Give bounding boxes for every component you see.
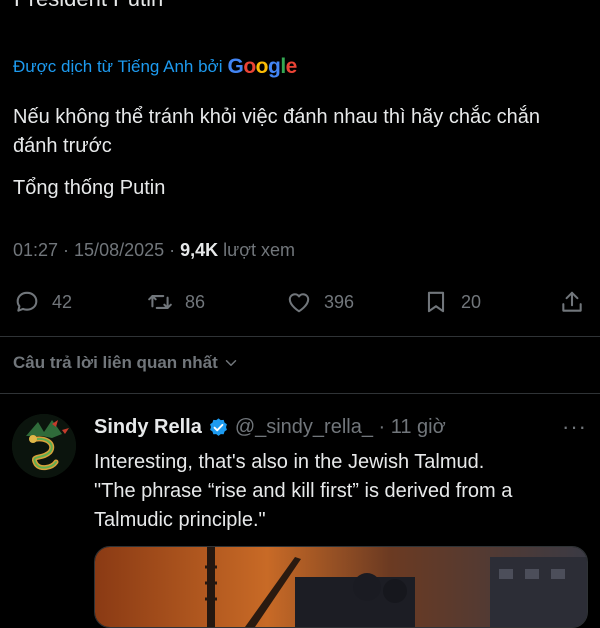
battle-scene-image xyxy=(95,547,587,627)
repost-button[interactable]: 86 xyxy=(147,280,205,324)
divider xyxy=(0,336,600,337)
reply-text-line: "The phrase “rise and kill first” is der… xyxy=(94,480,513,531)
verified-badge-icon xyxy=(209,418,227,436)
reply-author-name[interactable]: Sindy Rella xyxy=(94,416,202,439)
tweet-timestamp[interactable]: 01:27 · 15/08/2025 · xyxy=(13,240,180,260)
like-button[interactable]: 396 xyxy=(286,280,354,324)
reply-body: Interesting, that's also in the Jewish T… xyxy=(94,448,589,535)
like-icon xyxy=(288,293,310,313)
reply-header: Sindy Rella @_sindy_rella_ · 11 giờ xyxy=(94,416,446,439)
tweet-body: Nếu không thể tránh khỏi việc đánh nhau … xyxy=(13,103,583,216)
reply-icon xyxy=(16,291,38,312)
like-count: 396 xyxy=(324,291,355,312)
repost-icon xyxy=(148,295,172,309)
view-label: lượt xem xyxy=(218,240,296,260)
share-icon xyxy=(562,291,582,312)
google-logo: Google xyxy=(227,55,298,78)
view-count: 9,4K xyxy=(180,240,219,260)
bookmark-button[interactable]: 20 xyxy=(423,280,481,324)
avatar[interactable] xyxy=(12,414,76,478)
reply-sort-label: Câu trả lời liên quan nhất xyxy=(13,353,218,372)
bookmark-icon xyxy=(427,291,445,313)
reply-button[interactable]: 42 xyxy=(14,280,72,324)
tweet-body-line: Nếu không thể tránh khỏi việc đánh nhau … xyxy=(13,106,541,157)
repost-count: 86 xyxy=(185,291,206,312)
translation-notice[interactable]: Được dịch từ Tiếng Anh bởi Google xyxy=(13,55,297,79)
tweet-body-line: Tổng thống Putin xyxy=(13,177,166,199)
tweet-meta: 01:27 · 15/08/2025 · 9,4K lượt xem xyxy=(13,240,295,261)
reply-media-image[interactable] xyxy=(94,546,588,628)
reply-sort-selector[interactable]: Câu trả lời liên quan nhất xyxy=(13,353,240,373)
reply-text-line: Interesting, that's also in the Jewish T… xyxy=(94,451,485,473)
tweet-title-cut: President Putin xyxy=(14,0,163,12)
reply-count: 42 xyxy=(52,291,73,312)
share-button[interactable] xyxy=(559,280,585,324)
bookmark-count: 20 xyxy=(461,291,482,312)
translation-label: Được dịch từ Tiếng Anh bởi xyxy=(13,57,223,76)
reply-handle-time[interactable]: @_sindy_rella_ · 11 giờ xyxy=(235,416,446,439)
chevron-down-icon xyxy=(225,360,237,366)
more-icon[interactable]: ··· xyxy=(562,414,587,440)
dragon-avatar-icon xyxy=(12,414,76,478)
action-bar: 42 86 396 20 xyxy=(0,280,600,324)
divider xyxy=(0,393,600,394)
